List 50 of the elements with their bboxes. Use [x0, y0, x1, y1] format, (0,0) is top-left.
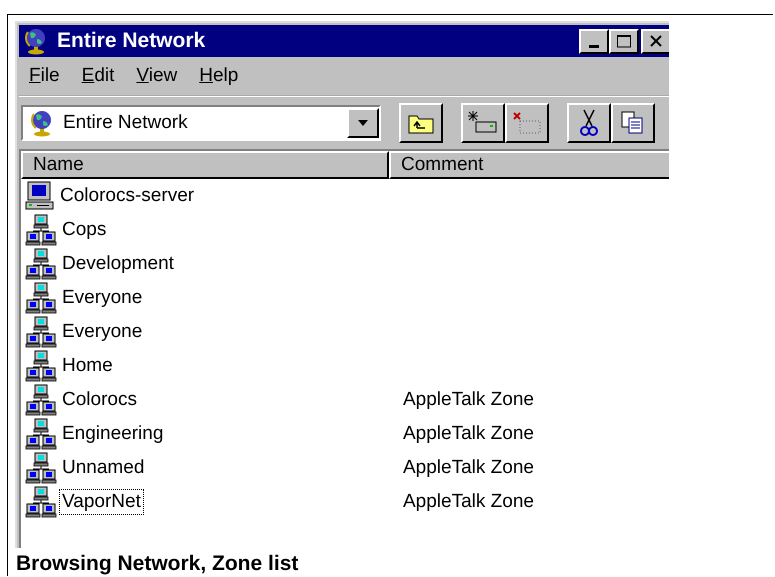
item-name[interactable]: Engineering	[59, 421, 166, 447]
network-group-icon	[25, 316, 57, 348]
item-name[interactable]: Everyone	[59, 319, 146, 345]
item-name[interactable]: Colorocs	[59, 387, 140, 413]
column-header[interactable]: Name	[21, 151, 389, 179]
menu-item[interactable]: Help	[199, 65, 238, 87]
computer-icon	[25, 181, 55, 211]
item-name[interactable]: Unnamed	[59, 455, 148, 481]
network-group-icon	[25, 214, 57, 246]
network-drive-icon	[468, 111, 498, 135]
toolbar-button[interactable]	[567, 103, 611, 143]
network-group-icon	[25, 384, 57, 416]
copy-icon	[621, 111, 645, 135]
item-name[interactable]: VaporNet	[59, 489, 144, 515]
item-comment: AppleTalk Zone	[402, 457, 534, 479]
scissors-icon	[580, 109, 598, 137]
dropdown-arrow-button[interactable]	[347, 108, 379, 138]
toolbar-button[interactable]	[611, 103, 655, 143]
toolbar-button[interactable]	[505, 103, 549, 143]
minimize-icon	[589, 44, 599, 48]
network-group-icon	[25, 248, 57, 280]
menu-item[interactable]: Edit	[82, 65, 114, 87]
item-name[interactable]: Colorocs-server	[57, 183, 198, 209]
menu-item[interactable]: View	[136, 65, 178, 87]
figure-caption: Browsing Network, Zone list	[15, 551, 300, 576]
item-name[interactable]: Home	[59, 353, 116, 379]
item-comment: AppleTalk Zone	[402, 491, 534, 513]
item-name[interactable]: Cops	[59, 217, 110, 243]
network-group-icon	[25, 418, 57, 450]
item-comment: AppleTalk Zone	[402, 423, 534, 445]
maximize-icon	[616, 34, 632, 48]
close-icon	[649, 34, 663, 48]
minimize-button[interactable]	[579, 28, 609, 54]
menu-item[interactable]: File	[29, 65, 60, 87]
toolbar-button[interactable]	[399, 103, 443, 143]
toolbar-button[interactable]	[461, 103, 505, 143]
window-title: Entire Network	[57, 29, 206, 53]
disconnect-drive-icon	[512, 111, 542, 135]
item-comment: AppleTalk Zone	[402, 389, 534, 411]
network-group-icon	[25, 452, 57, 484]
maximize-button[interactable]	[609, 28, 639, 54]
network-group-icon	[25, 486, 57, 518]
network-group-icon	[25, 350, 57, 382]
caret-icon	[357, 119, 369, 127]
item-name[interactable]: Development	[59, 251, 177, 277]
close-button[interactable]	[641, 28, 669, 54]
network-group-icon	[25, 282, 57, 314]
address-dropdown[interactable]: Entire Network	[21, 105, 381, 141]
column-header[interactable]: Comment	[389, 151, 669, 179]
item-name[interactable]: Everyone	[59, 285, 146, 311]
